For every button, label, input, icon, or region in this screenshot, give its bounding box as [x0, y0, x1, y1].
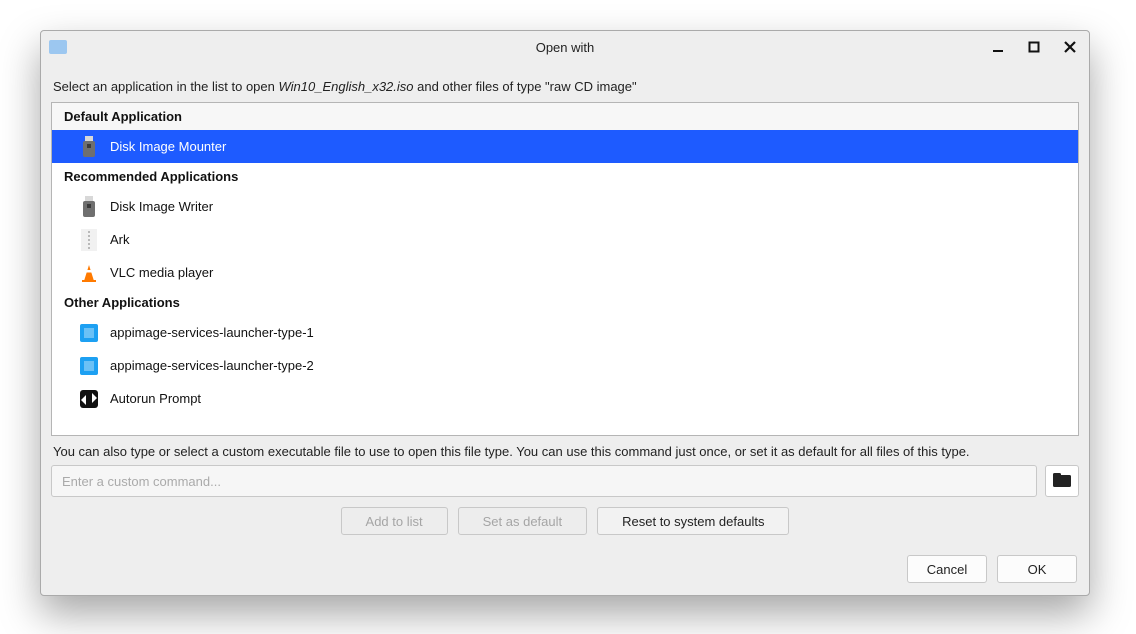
app-disk-image-writer[interactable]: Disk Image Writer — [52, 190, 1078, 223]
custom-command-row — [51, 465, 1079, 497]
app-vlc[interactable]: VLC media player — [52, 256, 1078, 289]
vlc-cone-icon — [78, 262, 100, 284]
prompt-filename: Win10_English_x32.iso — [278, 79, 413, 94]
app-label: appimage-services-launcher-type-1 — [110, 325, 314, 340]
appimage-icon — [78, 355, 100, 377]
middle-button-row: Add to list Set as default Reset to syst… — [51, 497, 1079, 541]
section-recommended: Recommended Applications — [52, 163, 1078, 190]
app-label: appimage-services-launcher-type-2 — [110, 358, 314, 373]
folder-icon — [49, 40, 67, 54]
close-button[interactable] — [1059, 36, 1081, 58]
application-list[interactable]: Default Application Disk Image Mounter R… — [51, 102, 1079, 436]
app-appimage-launcher-1[interactable]: appimage-services-launcher-type-1 — [52, 316, 1078, 349]
app-ark[interactable]: Ark — [52, 223, 1078, 256]
prompt-prefix: Select an application in the list to ope… — [53, 79, 278, 94]
usb-stick-icon — [78, 136, 100, 158]
section-other: Other Applications — [52, 289, 1078, 316]
section-default: Default Application — [52, 103, 1078, 130]
appimage-icon — [78, 322, 100, 344]
folder-icon — [1053, 473, 1071, 490]
app-autorun-prompt[interactable]: Autorun Prompt — [52, 382, 1078, 415]
app-appimage-launcher-2[interactable]: appimage-services-launcher-type-2 — [52, 349, 1078, 382]
set-as-default-button[interactable]: Set as default — [458, 507, 588, 535]
hint-text: You can also type or select a custom exe… — [51, 436, 1079, 465]
reset-defaults-button[interactable]: Reset to system defaults — [597, 507, 789, 535]
app-label: Disk Image Writer — [110, 199, 213, 214]
maximize-button[interactable] — [1023, 36, 1045, 58]
window-controls — [987, 36, 1081, 58]
titlebar: Open with — [41, 31, 1089, 63]
add-to-list-button[interactable]: Add to list — [341, 507, 448, 535]
footer-button-row: Cancel OK — [51, 541, 1079, 585]
app-disk-image-mounter[interactable]: Disk Image Mounter — [52, 130, 1078, 163]
browse-button[interactable] — [1045, 465, 1079, 497]
app-label: VLC media player — [110, 265, 213, 280]
dialog-content: Select an application in the list to ope… — [41, 63, 1089, 595]
minimize-button[interactable] — [987, 36, 1009, 58]
app-label: Ark — [110, 232, 130, 247]
usb-stick-icon — [78, 196, 100, 218]
open-with-dialog: Open with Select an application in the l… — [40, 30, 1090, 596]
app-label: Disk Image Mounter — [110, 139, 226, 154]
cancel-button[interactable]: Cancel — [907, 555, 987, 583]
ok-button[interactable]: OK — [997, 555, 1077, 583]
window-title: Open with — [41, 40, 1089, 55]
custom-command-input[interactable] — [51, 465, 1037, 497]
autorun-icon — [78, 388, 100, 410]
prompt-text: Select an application in the list to ope… — [51, 71, 1079, 102]
prompt-suffix: and other files of type "raw CD image" — [414, 79, 637, 94]
app-label: Autorun Prompt — [110, 391, 201, 406]
zip-icon — [78, 229, 100, 251]
